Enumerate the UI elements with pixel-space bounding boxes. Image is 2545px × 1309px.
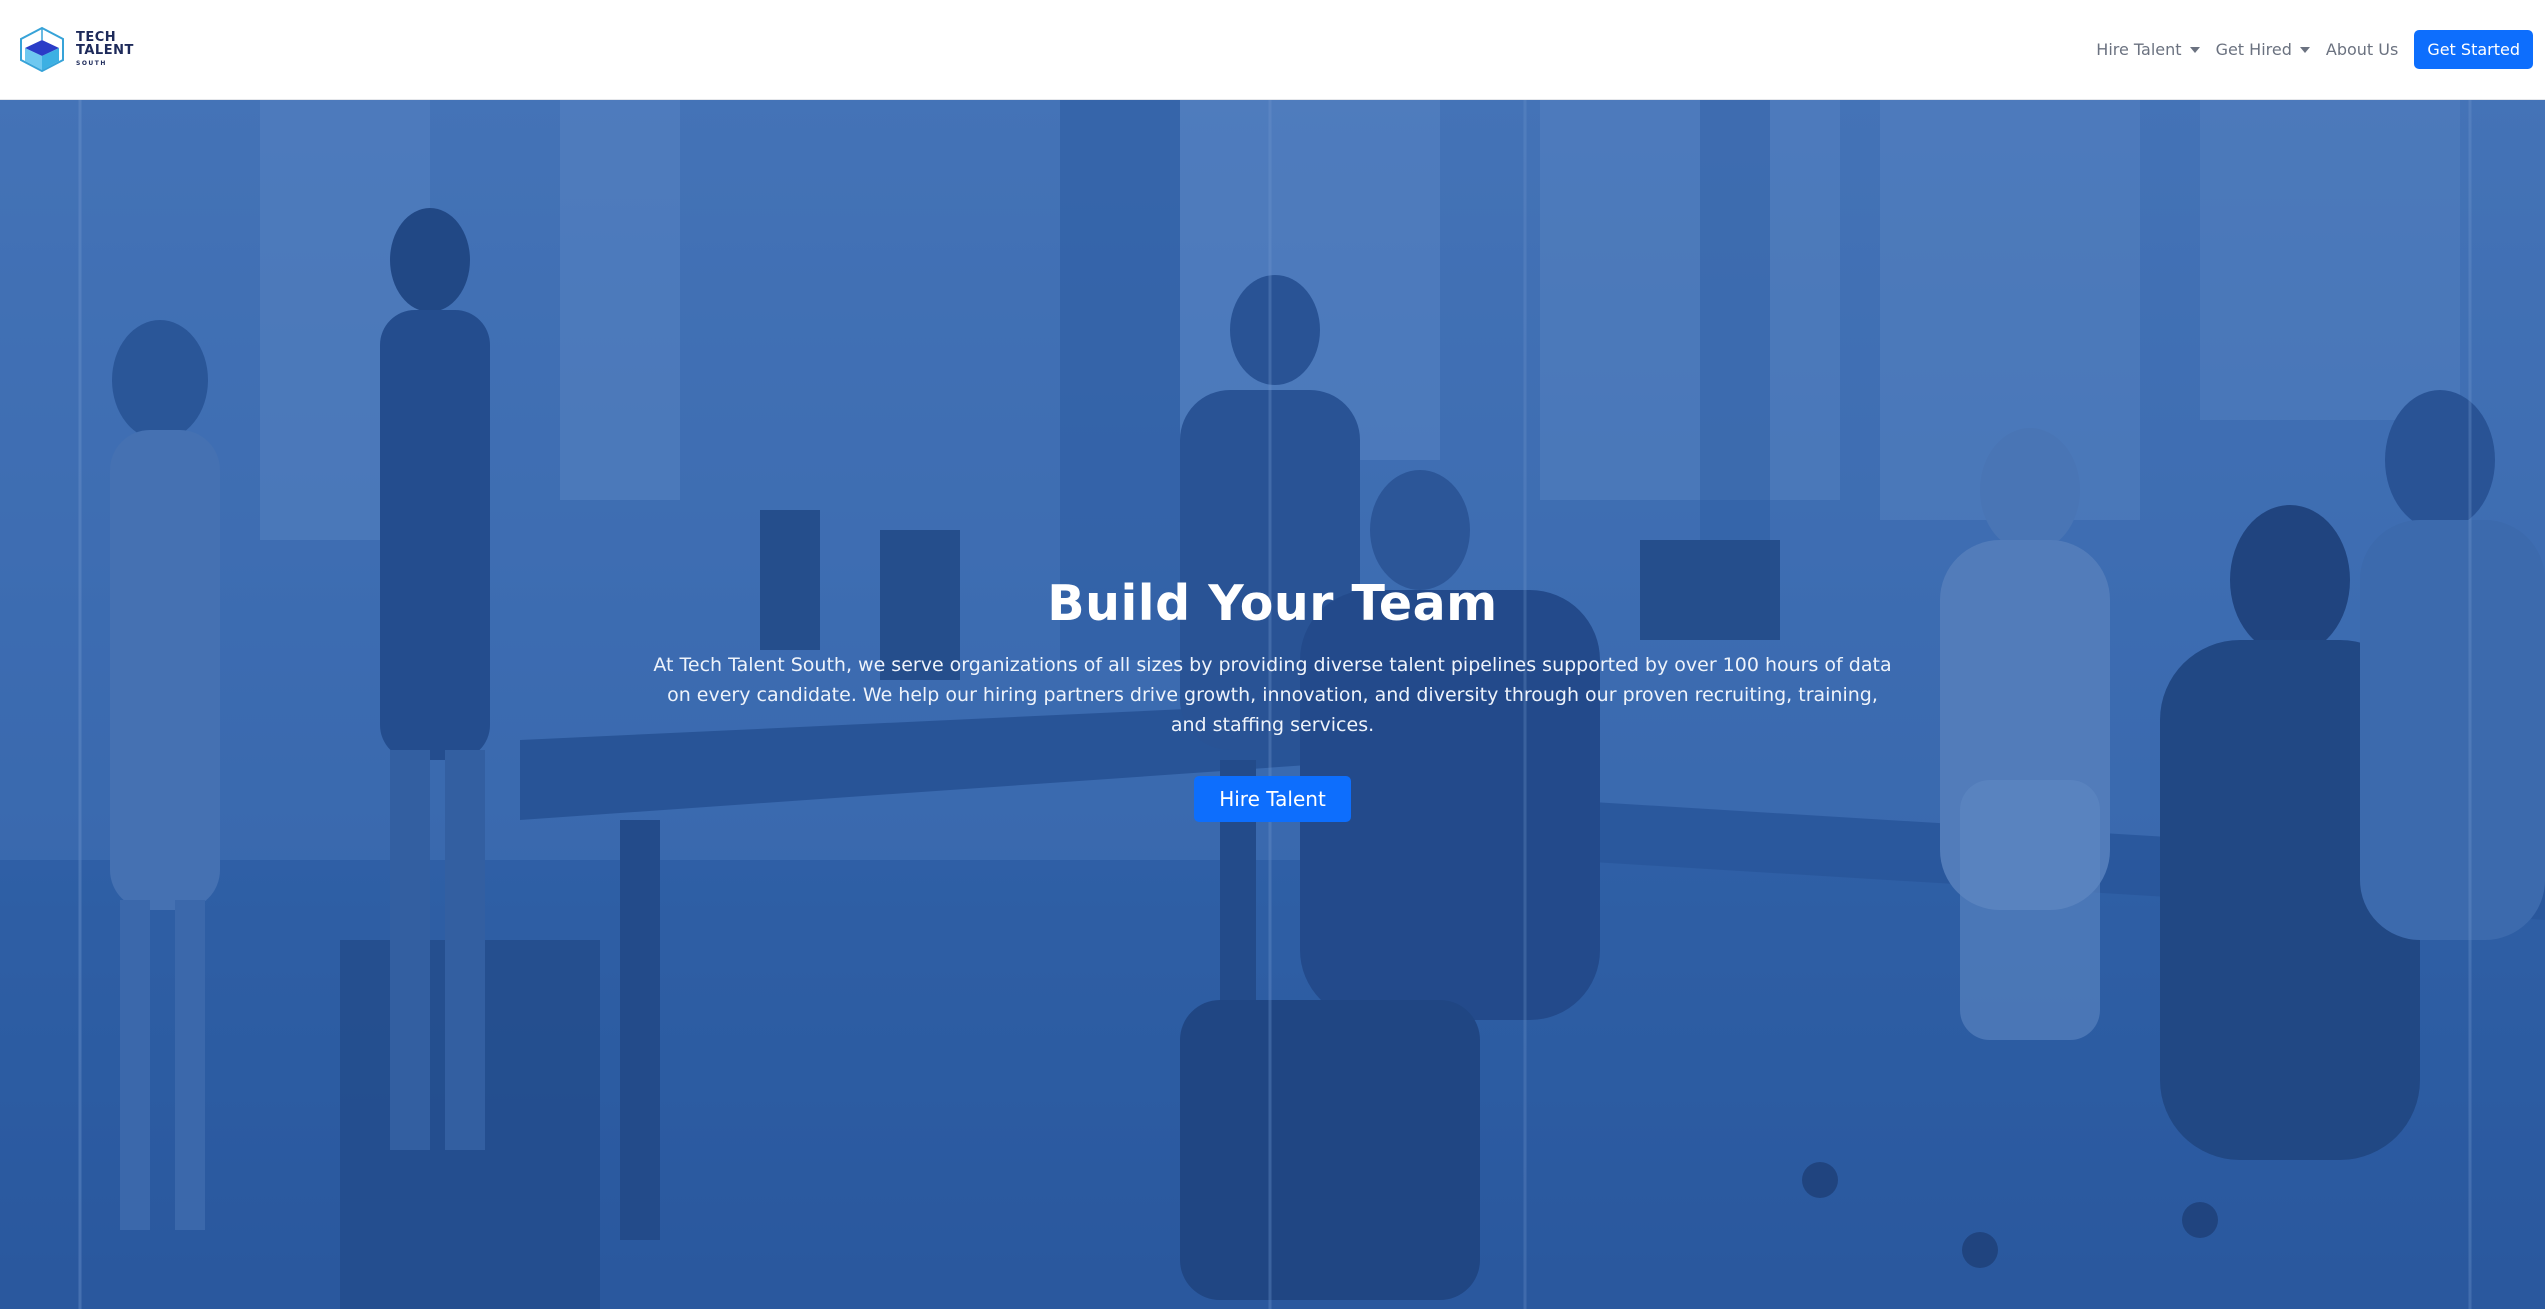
hexagon-cube-logo-icon: [20, 26, 64, 72]
get-started-button[interactable]: Get Started: [2414, 30, 2533, 69]
hero-section: Build Your Team At Tech Talent South, we…: [0, 100, 2545, 1309]
nav-get-hired-label: Get Hired: [2215, 40, 2292, 59]
brand-line-1: TECH: [76, 29, 117, 45]
main-nav: Hire Talent Get Hired About Us Get Start…: [2096, 30, 2533, 69]
brand-line-2: TALENT: [76, 43, 134, 59]
hire-talent-button[interactable]: Hire Talent: [1194, 776, 1351, 822]
nav-hire-talent-dropdown[interactable]: Hire Talent: [2096, 40, 2200, 59]
brand-wordmark: TECH TALENT SOUTH: [76, 31, 134, 68]
top-navbar: TECH TALENT SOUTH Hire Talent Get Hired …: [0, 0, 2545, 100]
brand-line-3: SOUTH: [76, 59, 107, 67]
nav-hire-talent-label: Hire Talent: [2096, 40, 2182, 59]
hero-content: Build Your Team At Tech Talent South, we…: [0, 575, 2545, 822]
nav-about-us-label: About Us: [2325, 40, 2399, 59]
brand-logo[interactable]: TECH TALENT SOUTH: [18, 26, 134, 72]
nav-about-us-link[interactable]: About Us: [2326, 40, 2398, 59]
caret-down-icon: [2189, 46, 2200, 53]
nav-get-hired-dropdown[interactable]: Get Hired: [2216, 40, 2310, 59]
caret-down-icon: [2299, 46, 2310, 53]
hero-title: Build Your Team: [1047, 575, 1498, 632]
hero-description: At Tech Talent South, we serve organizat…: [653, 654, 1892, 736]
